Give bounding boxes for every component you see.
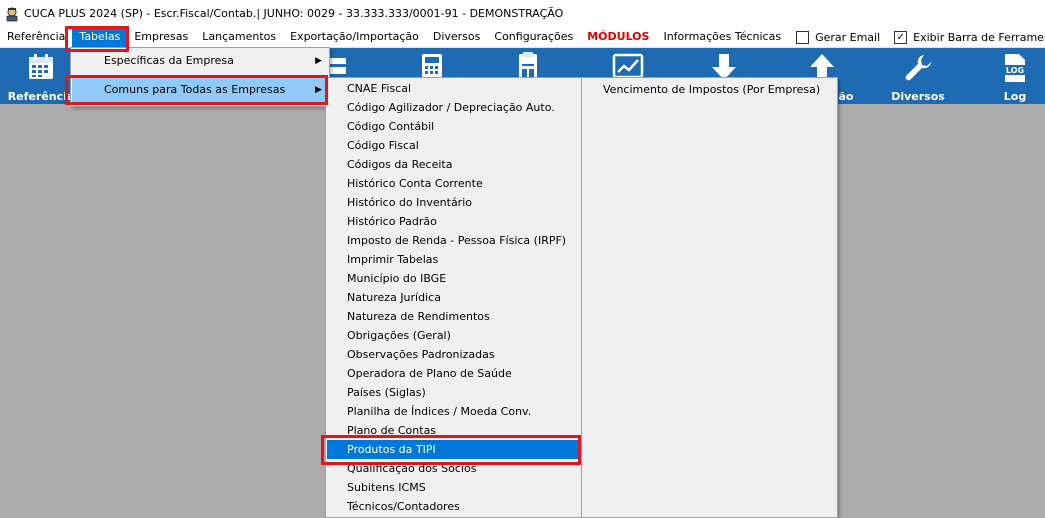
wrench-icon bbox=[902, 52, 934, 87]
comuns-submenu: CNAE Fiscal Código Agilizador / Deprecia… bbox=[325, 77, 583, 518]
menu-empresas[interactable]: Empresas bbox=[127, 27, 195, 47]
menu-imposto-de-renda[interactable]: Imposto de Renda - Pessoa Física (IRPF) bbox=[327, 231, 581, 250]
menu-codigo-contabil[interactable]: Código Contábil bbox=[327, 117, 581, 136]
calendar-icon bbox=[26, 52, 56, 85]
menu-natureza-juridica[interactable]: Natureza Jurídica bbox=[327, 288, 581, 307]
menu-observacoes-padronizadas[interactable]: Observações Padronizadas bbox=[327, 345, 581, 364]
chevron-right-icon: ▶ bbox=[315, 56, 322, 66]
exibir-barra-label: Exibir Barra de Ferramentas bbox=[913, 30, 1045, 44]
menu-exportacao-importacao[interactable]: Exportação/Importação bbox=[283, 27, 426, 47]
toolbar-referencia-button[interactable]: Referência bbox=[2, 48, 80, 104]
exibir-barra-checkbox[interactable]: ✓ Exibir Barra de Ferramentas bbox=[886, 30, 1045, 44]
menu-tabelas[interactable]: Tabelas bbox=[72, 27, 128, 47]
menu-cnae-fiscal[interactable]: CNAE Fiscal bbox=[327, 79, 581, 98]
menu-codigo-agilizador[interactable]: Código Agilizador / Depreciação Auto. bbox=[327, 98, 581, 117]
menu-imprimir-tabelas[interactable]: Imprimir Tabelas bbox=[327, 250, 581, 269]
menu-especificas-da-empresa[interactable]: Específicas da Empresa ▶ bbox=[72, 49, 328, 73]
menu-municipio-ibge[interactable]: Município do IBGE bbox=[327, 269, 581, 288]
gerar-email-label: Gerar Email bbox=[815, 30, 881, 44]
menu-plano-de-contas[interactable]: Plano de Contas bbox=[327, 421, 581, 440]
tabelas-dropdown: Específicas da Empresa ▶ Comuns para Tod… bbox=[70, 47, 330, 107]
gerar-email-checkbox[interactable]: Gerar Email bbox=[788, 30, 886, 44]
menu-diversos[interactable]: Diversos bbox=[426, 27, 488, 47]
menu-operadora-plano-saude[interactable]: Operadora de Plano de Saúde bbox=[327, 364, 581, 383]
title-bar: CUCA PLUS 2024 (SP) - Escr.Fiscal/Contab… bbox=[0, 0, 1045, 27]
menu-especificas-label: Específicas da Empresa bbox=[104, 54, 234, 67]
toolbar-partial-button[interactable]: ão bbox=[836, 48, 856, 104]
menu-subitens-icms[interactable]: Subitens ICMS bbox=[327, 478, 581, 497]
menu-historico-padrao[interactable]: Histórico Padrão bbox=[327, 212, 581, 231]
toolbar-diversos-label: Diversos bbox=[891, 90, 945, 103]
menu-paises-siglas[interactable]: Países (Siglas) bbox=[327, 383, 581, 402]
toolbar-diversos-button[interactable]: Diversos bbox=[878, 48, 958, 104]
menu-comuns-para-todas[interactable]: Comuns para Todas as Empresas ▶ bbox=[72, 78, 328, 102]
menu-produtos-da-tipi[interactable]: Produtos da TIPI bbox=[327, 440, 581, 459]
chevron-right-icon: ▶ bbox=[315, 85, 322, 95]
document-icon bbox=[328, 56, 348, 79]
menu-codigos-da-receita[interactable]: Códigos da Receita bbox=[327, 155, 581, 174]
menu-vencimento-impostos[interactable]: Vencimento de Impostos (Por Empresa) bbox=[583, 80, 836, 99]
toolbar-log-label: Log bbox=[1003, 90, 1027, 103]
log-file-icon: LOG bbox=[1002, 52, 1028, 87]
menu-qualificacao-socios[interactable]: Qualificação dos Sócios bbox=[327, 459, 581, 478]
menu-obrigacoes-geral[interactable]: Obrigações (Geral) bbox=[327, 326, 581, 345]
log-icon-text: LOG bbox=[1006, 66, 1024, 75]
toolbar-referencia-label: Referência bbox=[7, 90, 75, 103]
menu-codigo-fiscal[interactable]: Código Fiscal bbox=[327, 136, 581, 155]
menu-planilha-indices[interactable]: Planilha de Índices / Moeda Conv. bbox=[327, 402, 581, 421]
cnae-submenu: Vencimento de Impostos (Por Empresa) bbox=[581, 77, 838, 518]
window-title: CUCA PLUS 2024 (SP) - Escr.Fiscal/Contab… bbox=[24, 7, 564, 20]
menu-referencia[interactable]: Referência bbox=[0, 27, 72, 47]
menu-lancamentos[interactable]: Lançamentos bbox=[195, 27, 283, 47]
exibir-barra-checkbox-box[interactable]: ✓ bbox=[894, 30, 908, 44]
gerar-email-checkbox-box[interactable] bbox=[796, 30, 810, 44]
menu-comuns-label: Comuns para Todas as Empresas bbox=[104, 83, 286, 96]
menu-modulos[interactable]: MÓDULOS bbox=[580, 27, 656, 47]
toolbar-partial-label: ão bbox=[838, 90, 854, 103]
menu-historico-conta-corrente[interactable]: Histórico Conta Corrente bbox=[327, 174, 581, 193]
menu-informacoes-tecnicas[interactable]: Informações Técnicas bbox=[656, 27, 788, 47]
menu-natureza-rendimentos[interactable]: Natureza de Rendimentos bbox=[327, 307, 581, 326]
toolbar-log-button[interactable]: LOG Log bbox=[990, 48, 1040, 104]
menu-tecnicos-contadores[interactable]: Técnicos/Contadores bbox=[327, 497, 581, 516]
app-logo-icon bbox=[4, 6, 20, 22]
menu-historico-inventario[interactable]: Histórico do Inventário bbox=[327, 193, 581, 212]
menu-bar: Referência Tabelas Empresas Lançamentos … bbox=[0, 27, 1045, 48]
menu-configuracoes[interactable]: Configurações bbox=[487, 27, 580, 47]
